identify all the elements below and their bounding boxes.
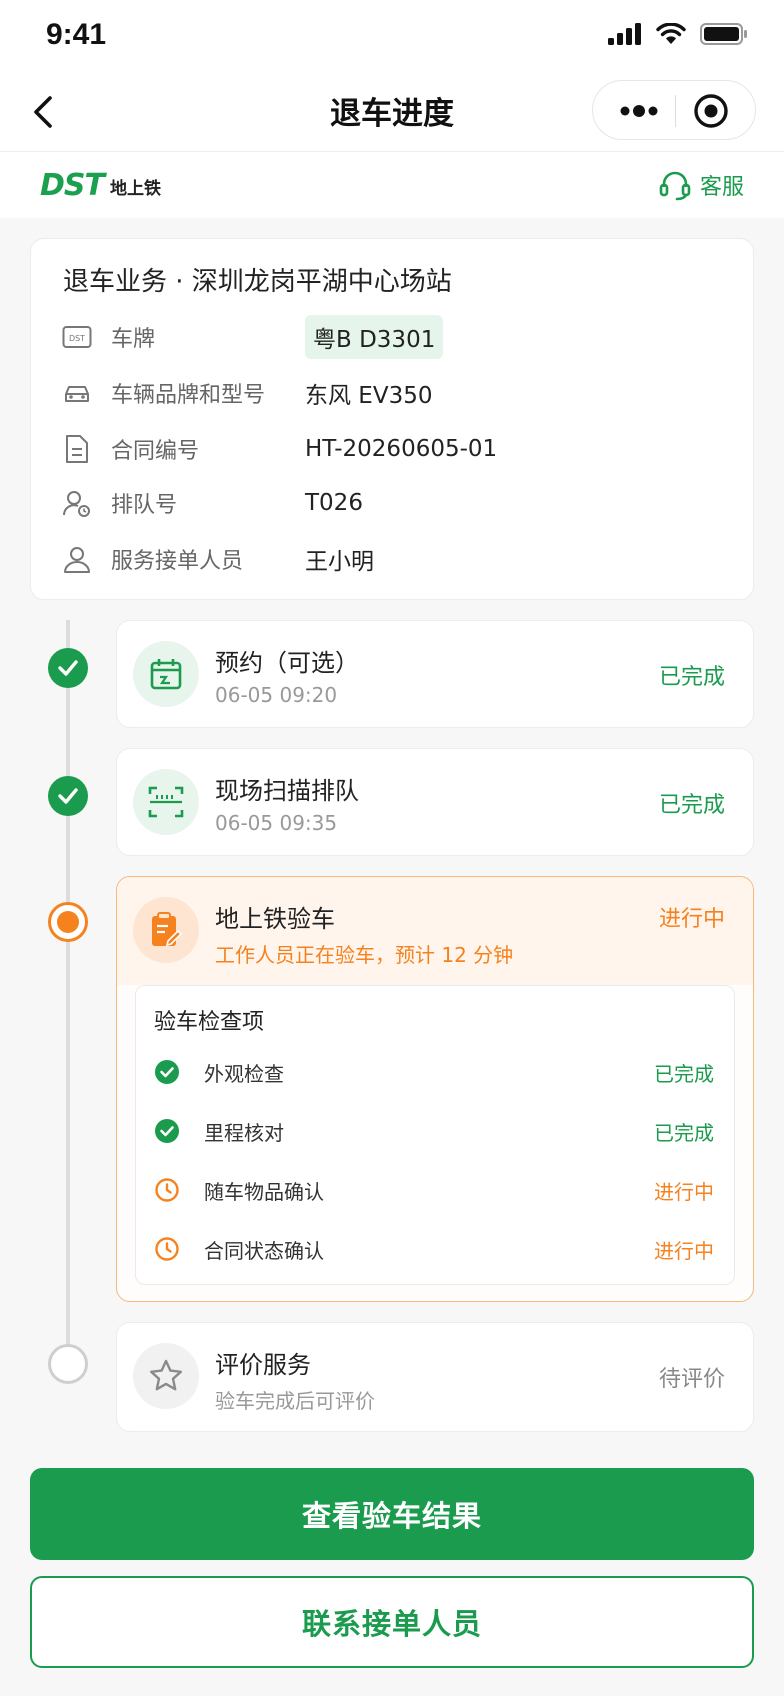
customer-service-link[interactable]: 客服: [658, 168, 744, 202]
check-circle-icon: [154, 1059, 180, 1085]
checklist-item-status: 已完成: [654, 1120, 714, 1145]
info-label: 车辆品牌和型号: [111, 383, 266, 408]
document-icon: [61, 433, 93, 465]
step-card-reservation[interactable]: 预约（可选） 06-05 09:20 已完成: [116, 620, 754, 728]
step-title: 预约（可选）: [215, 649, 359, 677]
battery-icon: [700, 23, 747, 45]
timeline-line: [66, 620, 70, 1362]
checklist-item-status: 进行中: [654, 1179, 714, 1204]
checklist-item-label: 里程核对: [204, 1120, 284, 1145]
inspection-checklist: 验车检查项 外观检查 已完成 里程核对 已完成 随车物品确认 进行中 合同状态确…: [135, 985, 735, 1285]
checklist-item-label: 随车物品确认: [204, 1179, 324, 1204]
order-info-card: 退车业务 · 深圳龙岗平湖中心场站 DST 车牌 粤B D3301 车辆品牌和型…: [30, 238, 754, 600]
info-row-staff: 服务接单人员 王小明: [61, 539, 721, 579]
queue-icon: [61, 487, 93, 519]
check-circle-icon: [154, 1118, 180, 1144]
status-bar: 9:41: [0, 0, 784, 72]
info-row-plate: DST 车牌 粤B D3301: [61, 315, 721, 359]
step-status: 待评价: [658, 1367, 725, 1392]
info-row-vehicle: 车辆品牌和型号 东风 EV350: [61, 373, 721, 413]
contact-staff-button[interactable]: 联系接单人员: [30, 1576, 754, 1668]
status-icons: [608, 22, 748, 46]
checklist-item-label: 合同状态确认: [204, 1238, 324, 1263]
step-title: 现场扫描排队: [215, 777, 359, 805]
step-title: 评价服务: [215, 1351, 311, 1379]
logo-mark: DST: [40, 168, 105, 203]
svg-text:DST: DST: [69, 334, 85, 343]
checklist-item: 随车物品确认 进行中: [154, 1170, 714, 1210]
capsule-divider: [675, 95, 676, 127]
checklist-item-status: 已完成: [654, 1061, 714, 1086]
contract-number: HT-20260605-01: [305, 436, 498, 462]
step-icon: [133, 897, 199, 963]
person-icon: [61, 543, 93, 575]
plate-icon: DST: [61, 321, 93, 353]
info-row-queue: 排队号 T026: [61, 483, 721, 523]
info-label: 车牌: [111, 327, 156, 352]
check-icon: [58, 788, 78, 804]
checklist-item: 里程核对 已完成: [154, 1111, 714, 1151]
step-icon: [133, 769, 199, 835]
brand-bar: DST 地上铁 客服: [0, 152, 784, 218]
checklist-item: 合同状态确认 进行中: [154, 1229, 714, 1269]
step-card-inspection[interactable]: 地上铁验车 工作人员正在验车，预计 12 分钟 进行中 验车检查项 外观检查 已…: [116, 876, 754, 1302]
step-done-dot: [48, 776, 88, 816]
clipboard-icon: [152, 912, 183, 947]
nav-bar: 退车进度: [0, 72, 784, 152]
star-icon: [150, 1359, 182, 1391]
inspection-header: 地上铁验车 工作人员正在验车，预计 12 分钟 进行中: [117, 877, 753, 985]
clock-icon: [154, 1177, 180, 1203]
order-title: 退车业务 · 深圳龙岗平湖中心场站: [63, 267, 452, 297]
staff-name: 王小明: [305, 549, 374, 575]
step-icon: [133, 1343, 199, 1409]
checklist-item: 外观检查 已完成: [154, 1052, 714, 1092]
info-label: 合同编号: [111, 439, 200, 464]
scan-icon: [148, 786, 184, 818]
step-done-dot: [48, 648, 88, 688]
step-card-review[interactable]: 评价服务 验车完成后可评价 待评价: [116, 1322, 754, 1432]
step-status: 进行中: [658, 907, 725, 932]
more-dots-icon: [620, 105, 658, 117]
mini-program-capsule: [592, 80, 756, 140]
info-label: 服务接单人员: [111, 549, 244, 574]
logo-text: 地上铁: [109, 179, 161, 199]
step-active-dot: [48, 902, 88, 942]
step-time: 06-05 09:20: [215, 683, 338, 707]
view-inspection-result-button[interactable]: 查看验车结果: [30, 1468, 754, 1560]
car-icon: [61, 377, 93, 409]
service-label: 客服: [699, 175, 744, 200]
check-icon: [58, 660, 78, 676]
checklist-item-label: 外观检查: [204, 1061, 284, 1086]
brand-logo: DST 地上铁: [40, 168, 161, 203]
headset-icon: [659, 171, 691, 201]
close-mini-program-button[interactable]: [693, 93, 729, 129]
checklist-title: 验车检查项: [154, 1010, 265, 1035]
clock-icon: [154, 1236, 180, 1262]
step-status: 已完成: [658, 793, 725, 818]
step-card-scan[interactable]: 现场扫描排队 06-05 09:35 已完成: [116, 748, 754, 856]
vehicle-model: 东风 EV350: [305, 383, 433, 409]
info-row-contract: 合同编号 HT-20260605-01: [61, 429, 721, 469]
step-subtitle: 验车完成后可评价: [215, 1389, 375, 1413]
step-subtitle: 工作人员正在验车，预计 12 分钟: [215, 943, 514, 967]
plate-number: 粤B D3301: [305, 315, 444, 359]
step-status: 已完成: [658, 665, 725, 690]
more-button[interactable]: [609, 95, 669, 127]
step-pending-dot: [48, 1344, 88, 1384]
info-label: 排队号: [111, 493, 178, 518]
step-time: 06-05 09:35: [215, 811, 338, 835]
wifi-icon: [656, 23, 686, 44]
step-title: 地上铁验车: [215, 905, 335, 933]
target-icon: [694, 94, 728, 128]
calendar-icon: [150, 659, 182, 690]
step-icon: [133, 641, 199, 707]
checklist-item-status: 进行中: [654, 1238, 714, 1263]
signal-icon: [608, 23, 641, 45]
status-time: 9:41: [46, 18, 107, 51]
queue-number: T026: [305, 490, 363, 516]
